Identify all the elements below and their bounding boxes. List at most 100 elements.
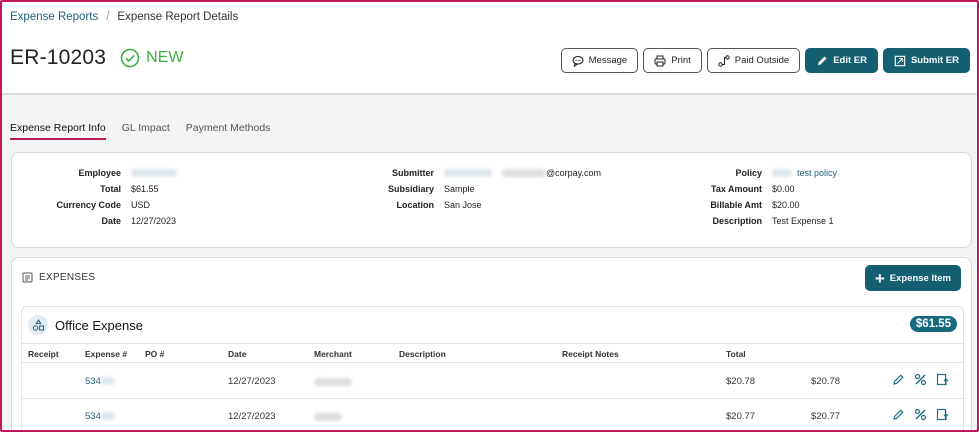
add-expense-item-button[interactable]: + Expense Item xyxy=(864,265,961,291)
expense-table-header: Receipt Expense # PO # Date Merchant Des… xyxy=(22,343,963,363)
upload-receipt-icon[interactable] xyxy=(936,373,949,386)
merchant-redacted xyxy=(314,378,352,386)
col-receipt-notes: Receipt Notes xyxy=(562,349,619,359)
col-merchant: Merchant xyxy=(314,349,352,359)
total-label: Total xyxy=(100,184,121,194)
message-button[interactable]: Message xyxy=(560,48,639,73)
breadcrumb-separator: / xyxy=(106,11,110,23)
subsidiary-label: Subsidiary xyxy=(387,184,434,194)
breadcrumb-current: Expense Report Details xyxy=(117,11,239,23)
info-row-description: Description Test Expense 1 xyxy=(697,213,837,229)
submitter-email-domain: @corpay.com xyxy=(546,168,601,178)
split-expense-icon[interactable] xyxy=(914,408,927,421)
total-value: $61.55 xyxy=(131,184,159,194)
category-icon xyxy=(28,315,48,335)
billable-amt-label: Billable Amt xyxy=(710,200,762,210)
expenses-icon xyxy=(22,272,33,283)
date-value: 12/27/2023 xyxy=(131,216,177,226)
submitter-email-redacted xyxy=(502,169,546,177)
row-total: $20.77 xyxy=(726,411,756,422)
row-amount: $20.77 xyxy=(811,411,841,422)
date-label: Date xyxy=(101,216,121,226)
row-actions xyxy=(892,408,949,421)
edit-er-button[interactable]: Edit ER xyxy=(805,48,878,73)
info-column-right: Policy test policy Tax Amount $0.00 Bill… xyxy=(697,165,837,229)
info-row-policy: Policy test policy xyxy=(697,165,837,181)
expense-number-link[interactable]: 534 xyxy=(85,376,115,387)
pencil-icon xyxy=(818,56,827,65)
expense-number: 534 xyxy=(85,376,101,387)
col-date: Date xyxy=(228,349,247,359)
action-bar: Message Print Paid Outside Edit ER Submi… xyxy=(560,48,970,73)
payment-flow-icon xyxy=(718,54,730,67)
policy-link[interactable]: test policy xyxy=(797,168,837,178)
info-row-submitter: Submitter @corpay.com xyxy=(364,165,601,181)
employee-value-redacted xyxy=(131,169,177,177)
info-row-date: Date 12/27/2023 xyxy=(20,213,177,229)
row-actions xyxy=(892,373,949,386)
add-expense-item-label: Expense Item xyxy=(889,272,951,284)
paid-outside-label: Paid Outside xyxy=(734,55,790,66)
col-po-no: PO # xyxy=(145,349,165,359)
title-row: ER-10203 NEW xyxy=(10,46,184,70)
tab-gl-impact[interactable]: GL Impact xyxy=(122,122,170,140)
submit-er-label: Submit ER xyxy=(910,55,959,66)
subsidiary-value: Sample xyxy=(444,184,475,194)
billable-amt-value: $20.00 xyxy=(772,200,800,210)
breadcrumb-expense-reports[interactable]: Expense Reports xyxy=(10,11,98,23)
policy-label: Policy xyxy=(735,168,762,178)
info-row-location: Location San Jose xyxy=(364,197,601,213)
tax-amount-value: $0.00 xyxy=(772,184,795,194)
info-row-total: Total $61.55 xyxy=(20,181,177,197)
tab-expense-report-info[interactable]: Expense Report Info xyxy=(10,122,106,140)
info-column-middle: Submitter @corpay.com Subsidiary Sample … xyxy=(364,165,601,213)
plus-icon: + xyxy=(874,268,885,288)
expense-group-header: Office Expense xyxy=(28,315,143,335)
table-row[interactable]: 534 12/27/2023 $20.77 $20.77 xyxy=(22,399,963,430)
location-label: Location xyxy=(396,200,435,210)
currency-value: USD xyxy=(131,200,151,210)
status-badge: NEW xyxy=(120,48,184,68)
col-receipt: Receipt xyxy=(28,349,59,359)
print-button[interactable]: Print xyxy=(643,48,702,73)
merchant-redacted xyxy=(314,413,342,421)
employee-label: Employee xyxy=(78,168,121,178)
message-icon xyxy=(572,55,584,67)
submit-er-button[interactable]: Submit ER xyxy=(882,48,970,73)
status-text: NEW xyxy=(146,49,184,66)
upload-receipt-icon[interactable] xyxy=(936,408,949,421)
description-label: Description xyxy=(712,216,762,226)
tax-amount-label: Tax Amount xyxy=(711,184,762,194)
submitter-name-redacted xyxy=(444,169,492,177)
table-row[interactable]: 534 12/27/2023 $20.78 $20.78 xyxy=(22,364,963,399)
report-info-card: Employee Total $61.55 Currency Code USD … xyxy=(11,152,972,248)
expense-number: 534 xyxy=(85,411,101,422)
edit-icon[interactable] xyxy=(892,408,905,421)
info-row-tax: Tax Amount $0.00 xyxy=(697,181,837,197)
paid-outside-button[interactable]: Paid Outside xyxy=(706,48,801,73)
printer-icon xyxy=(654,55,666,66)
breadcrumb: Expense Reports / Expense Report Details xyxy=(10,11,238,23)
edit-icon[interactable] xyxy=(892,373,905,386)
split-expense-icon[interactable] xyxy=(914,373,927,386)
submit-icon xyxy=(894,55,906,66)
col-total: Total xyxy=(726,349,746,359)
submitter-label: Submitter xyxy=(391,168,434,178)
expenses-header: EXPENSES xyxy=(22,272,95,283)
expense-group-title: Office Expense xyxy=(55,317,143,333)
currency-label: Currency Code xyxy=(56,200,121,210)
tab-bar: Expense Report Info GL Impact Payment Me… xyxy=(10,122,270,140)
tab-payment-methods[interactable]: Payment Methods xyxy=(186,122,271,140)
col-expense-no: Expense # xyxy=(85,349,128,359)
policy-prefix-redacted xyxy=(772,169,792,177)
expense-number-link[interactable]: 534 xyxy=(85,411,115,422)
description-value: Test Expense 1 xyxy=(772,216,834,226)
expense-number-redacted xyxy=(100,412,115,421)
expense-group-card: Office Expense $61.55 Receipt Expense # … xyxy=(21,306,964,430)
expenses-section-title: EXPENSES xyxy=(39,272,96,283)
row-date: 12/27/2023 xyxy=(228,376,276,387)
info-row-subsidiary: Subsidiary Sample xyxy=(364,181,601,197)
row-amount: $20.78 xyxy=(811,376,841,387)
page-title: ER-10203 xyxy=(10,46,107,69)
col-description: Description xyxy=(399,349,446,359)
